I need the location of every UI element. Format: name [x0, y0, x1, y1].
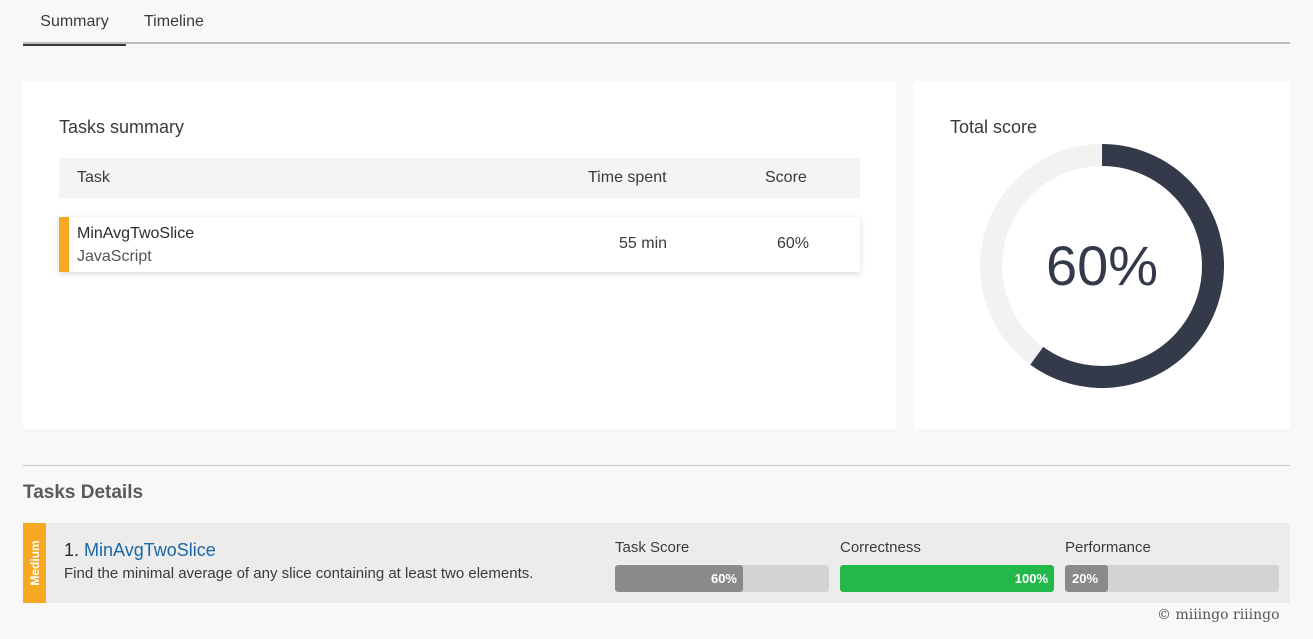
tab-summary[interactable]: Summary	[23, 0, 126, 46]
metric-correctness: Correctness 100%	[840, 539, 1054, 592]
task-score: 60%	[777, 235, 810, 252]
difficulty-stripe	[59, 217, 69, 272]
metric-label: Performance	[1065, 539, 1151, 556]
metric-task-score: Task Score 60%	[615, 539, 829, 592]
column-header-score: Score	[765, 169, 807, 186]
task-time-spent: 55 min	[619, 235, 668, 252]
section-divider	[23, 465, 1290, 466]
tasks-summary-title: Tasks summary	[59, 117, 185, 137]
task-detail-heading: 1. MinAvgTwoSlice	[64, 540, 216, 561]
tasks-details-title: Tasks Details	[23, 482, 144, 503]
metric-performance: Performance 20%	[1065, 539, 1279, 592]
metric-label: Task Score	[615, 539, 690, 556]
progress-text: 60%	[710, 571, 737, 586]
task-description: Find the minimal average of any slice co…	[64, 565, 534, 582]
column-header-task: Task	[77, 169, 110, 186]
table-row[interactable]: MinAvgTwoSlice JavaScript 55 min 60%	[59, 217, 860, 272]
task-language: JavaScript	[77, 248, 152, 265]
progress-bar: 60%	[615, 565, 829, 592]
total-score-title: Total score	[950, 117, 1038, 137]
difficulty-label: Medium	[27, 540, 42, 586]
task-name: MinAvgTwoSlice	[77, 225, 195, 242]
task-detail-link[interactable]: MinAvgTwoSlice	[84, 540, 216, 560]
tab-bar: Summary Timeline	[23, 0, 1290, 46]
progress-text: 20%	[1072, 571, 1099, 586]
column-header-time-spent: Time spent	[588, 169, 667, 186]
progress-bar: 100%	[840, 565, 1054, 592]
difficulty-badge: Medium	[23, 523, 46, 603]
progress-bar: 20%	[1065, 565, 1279, 592]
tasks-summary-card: Tasks summary Task Time spent Score MinA…	[23, 81, 896, 429]
metric-label: Correctness	[840, 539, 921, 556]
tasks-table-header: Task Time spent Score	[59, 158, 860, 198]
tab-timeline[interactable]: Timeline	[144, 0, 204, 44]
total-score-card: Total score 60%	[914, 81, 1290, 429]
task-detail-row: Medium 1. MinAvgTwoSlice Find the minima…	[23, 523, 1290, 603]
watermark: © miiingo riiingo	[1157, 607, 1280, 623]
total-score-value: 60%	[1045, 234, 1159, 297]
progress-text: 100%	[1014, 571, 1048, 586]
task-number: 1.	[64, 540, 80, 560]
